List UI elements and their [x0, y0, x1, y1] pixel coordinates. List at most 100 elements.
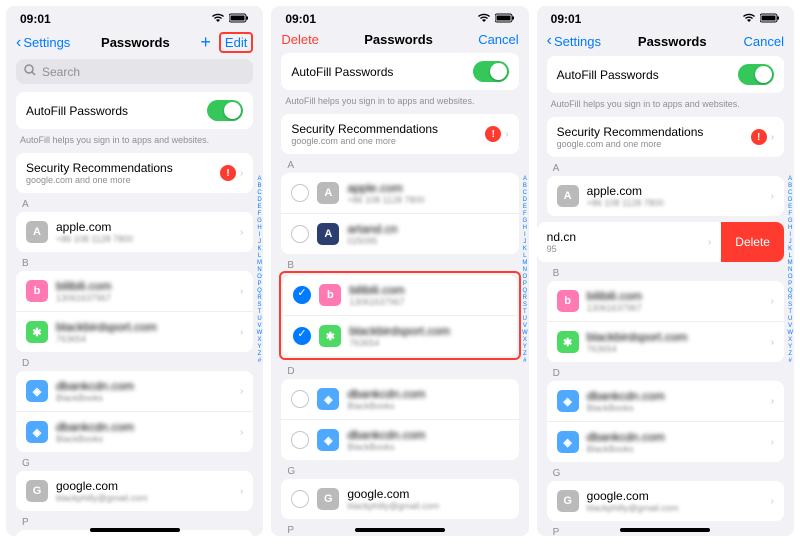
page-title: Passwords: [364, 32, 433, 47]
list-item[interactable]: ◈ dbankcdn.comBlackBooks ›: [547, 421, 784, 462]
nav-bar: ‹ Settings Passwords Cancel: [537, 28, 794, 56]
warning-icon: !: [751, 129, 767, 145]
list-item[interactable]: ◈ dbankcdn.comBlackBooks ›: [16, 371, 253, 411]
select-radio[interactable]: [291, 225, 309, 243]
nav-right: + Edit: [200, 32, 253, 53]
battery-icon: [495, 12, 515, 26]
list-item[interactable]: ◈ dbankcdn.comBlackBooks: [281, 419, 518, 460]
select-radio[interactable]: [293, 327, 311, 345]
site-icon: G: [26, 480, 48, 502]
list-item[interactable]: ◈ dbankcdn.comBlackBooks ›: [16, 411, 253, 452]
chevron-right-icon: ›: [771, 437, 774, 448]
select-radio[interactable]: [291, 431, 309, 449]
back-button[interactable]: ‹ Settings: [16, 34, 70, 52]
cancel-button[interactable]: Cancel: [478, 32, 518, 47]
section-header-p: P: [22, 517, 247, 528]
autofill-toggle[interactable]: [738, 64, 774, 85]
section-header-b: B: [22, 258, 247, 269]
list-item[interactable]: G google.comblackphilly@gmail.com: [281, 479, 518, 519]
site-icon: A: [317, 182, 339, 204]
chevron-right-icon: ›: [240, 427, 243, 438]
security-row[interactable]: Security Recommendationsgoogle.com and o…: [547, 117, 784, 157]
security-row[interactable]: Security Recommendations google.com and …: [16, 153, 253, 193]
home-indicator[interactable]: [90, 528, 180, 532]
chevron-right-icon: ›: [771, 296, 774, 307]
list-item[interactable]: G google.comblackphilly@gmail.com ›: [547, 481, 784, 521]
list-item[interactable]: ◈ dbankcdn.comBlackBooks: [281, 379, 518, 419]
wifi-icon: [211, 12, 225, 26]
alpha-index[interactable]: ABCDEFGHIJKLMNOPQRSTUVWXYZ#: [522, 176, 528, 365]
select-radio[interactable]: [291, 184, 309, 202]
alpha-index[interactable]: ABCDEFGHIJKLMNOPQRSTUVWXYZ#: [257, 176, 263, 365]
search-input[interactable]: Search: [16, 59, 253, 84]
site-icon: ✱: [319, 325, 341, 347]
site-icon: ◈: [557, 390, 579, 412]
chevron-left-icon: ‹: [16, 34, 21, 52]
chevron-right-icon: ›: [771, 496, 774, 507]
page-title: Passwords: [101, 35, 170, 50]
list-item[interactable]: b bilibili.com13061637967 ›: [16, 271, 253, 311]
chevron-right-icon: ›: [771, 191, 774, 202]
site-icon: G: [557, 490, 579, 512]
add-button[interactable]: +: [200, 32, 211, 53]
list-item[interactable]: A apple.com+86 108 1128 7800 ›: [16, 212, 253, 252]
list-item[interactable]: ◈ dbankcdn.comBlackBooks ›: [547, 381, 784, 421]
autofill-row[interactable]: AutoFill Passwords: [16, 92, 253, 129]
list-item[interactable]: A artand.cn025095: [281, 213, 518, 254]
list-item[interactable]: ✱ blackbirdsport.com763654 ›: [16, 311, 253, 352]
list-item[interactable]: b bilibili.com13061637967 ›: [547, 281, 784, 321]
edit-button[interactable]: Edit: [219, 32, 253, 53]
selection-highlight: b bilibili.com13061637967 ✱ blackbirdspo…: [279, 271, 520, 360]
security-card: Security Recommendations google.com and …: [16, 153, 253, 193]
chevron-right-icon: ›: [771, 132, 774, 143]
status-icons: [211, 12, 249, 26]
site-icon: A: [26, 221, 48, 243]
select-radio[interactable]: [291, 490, 309, 508]
chevron-right-icon: ›: [240, 286, 243, 297]
site-icon: ◈: [26, 380, 48, 402]
site-icon: A: [557, 185, 579, 207]
search-icon: [24, 64, 36, 79]
autofill-row[interactable]: AutoFill Passwords: [547, 56, 784, 93]
home-indicator[interactable]: [355, 528, 445, 532]
autofill-toggle[interactable]: [473, 61, 509, 82]
select-radio[interactable]: [293, 286, 311, 304]
chevron-right-icon: ›: [708, 237, 711, 248]
battery-icon: [229, 12, 249, 26]
site-icon: ◈: [317, 429, 339, 451]
chevron-right-icon: ›: [240, 386, 243, 397]
page-title: Passwords: [638, 34, 707, 49]
list-item[interactable]: A apple.com+86 108 1128 7800: [281, 173, 518, 213]
autofill-card: AutoFill Passwords: [16, 92, 253, 129]
screen-3-passwords-swipe: 09:01 ‹ Settings Passwords Cancel AutoFi…: [537, 6, 794, 536]
site-icon: G: [317, 488, 339, 510]
list-item[interactable]: ✱ blackbirdsport.com763654: [283, 315, 516, 356]
site-icon: b: [557, 290, 579, 312]
autofill-hint: AutoFill helps you sign in to apps and w…: [20, 135, 249, 145]
chevron-right-icon: ›: [240, 168, 243, 179]
list-item[interactable]: A apple.com+86 108 1128 7800 ›: [547, 176, 784, 216]
chevron-right-icon: ›: [240, 486, 243, 497]
battery-icon: [760, 12, 780, 26]
autofill-toggle[interactable]: [207, 100, 243, 121]
status-time: 09:01: [20, 12, 51, 26]
list-item[interactable]: G google.comblackphilly@gmail.com ›: [16, 471, 253, 511]
site-icon: b: [26, 280, 48, 302]
delete-button[interactable]: Delete: [281, 32, 319, 47]
security-row[interactable]: Security Recommendationsgoogle.com and o…: [281, 114, 518, 154]
autofill-row[interactable]: AutoFill Passwords: [281, 53, 518, 90]
back-button[interactable]: ‹ Settings: [547, 32, 601, 50]
swipe-delete-button[interactable]: Delete: [721, 222, 784, 262]
site-icon: ◈: [557, 431, 579, 453]
alpha-index[interactable]: ABCDEFGHIJKLMNOPQRSTUVWXYZ#: [787, 176, 793, 365]
home-indicator[interactable]: [620, 528, 710, 532]
list-item[interactable]: nd.cn95 ›: [537, 222, 722, 262]
swipe-delete-row: nd.cn95 › Delete: [537, 222, 784, 262]
list-item[interactable]: b bilibili.com13061637967: [283, 275, 516, 315]
chevron-right-icon: ›: [771, 396, 774, 407]
status-bar: 09:01: [6, 6, 263, 28]
list-item[interactable]: ✱ blackbirdsport.com763654 ›: [547, 321, 784, 362]
cancel-button[interactable]: Cancel: [744, 34, 784, 49]
select-radio[interactable]: [291, 390, 309, 408]
site-icon: ✱: [557, 331, 579, 353]
